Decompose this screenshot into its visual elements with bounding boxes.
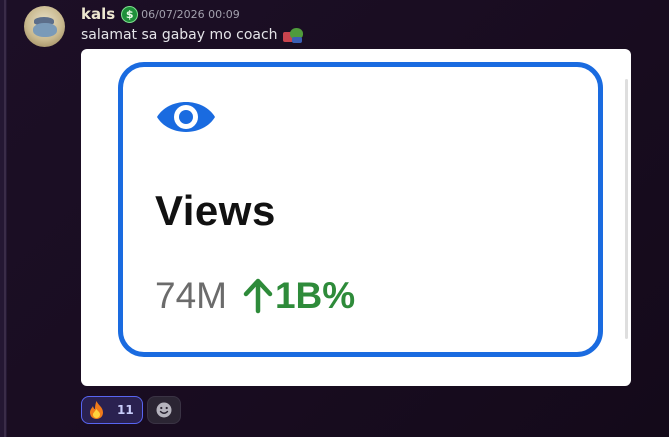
- stat-value: 74M: [155, 275, 227, 316]
- add-reaction-button[interactable]: [146, 396, 181, 424]
- message-content: salamat sa gabay mo coach: [81, 27, 304, 43]
- stat-title: Views: [155, 187, 276, 234]
- add-reaction-icon: [156, 402, 172, 418]
- eye-icon: [157, 102, 215, 132]
- scrollbar-track[interactable]: [4, 0, 6, 437]
- stat-change: 1B%: [274, 275, 356, 316]
- message-text: salamat sa gabay mo coach: [81, 27, 278, 43]
- dollar-badge-icon[interactable]: $: [121, 5, 139, 23]
- fire-emoji-icon: [90, 401, 103, 419]
- next-card-edge: [625, 79, 628, 339]
- image-attachment[interactable]: Views 74M 1B%: [81, 49, 631, 386]
- reaction-fire[interactable]: 11: [81, 396, 143, 424]
- message-timestamp[interactable]: 06/07/2026 00:09: [141, 8, 240, 21]
- stat-row: 74M 1B%: [155, 275, 355, 317]
- reaction-bar: 11: [81, 396, 181, 424]
- message-header: kals $ 06/07/2026 00:09: [81, 5, 240, 23]
- arrow-up-icon: [243, 278, 273, 314]
- username[interactable]: kals: [81, 5, 115, 23]
- avatar[interactable]: [24, 6, 65, 47]
- frog-gift-emoji-icon[interactable]: [282, 27, 304, 43]
- reaction-count: 11: [117, 403, 134, 417]
